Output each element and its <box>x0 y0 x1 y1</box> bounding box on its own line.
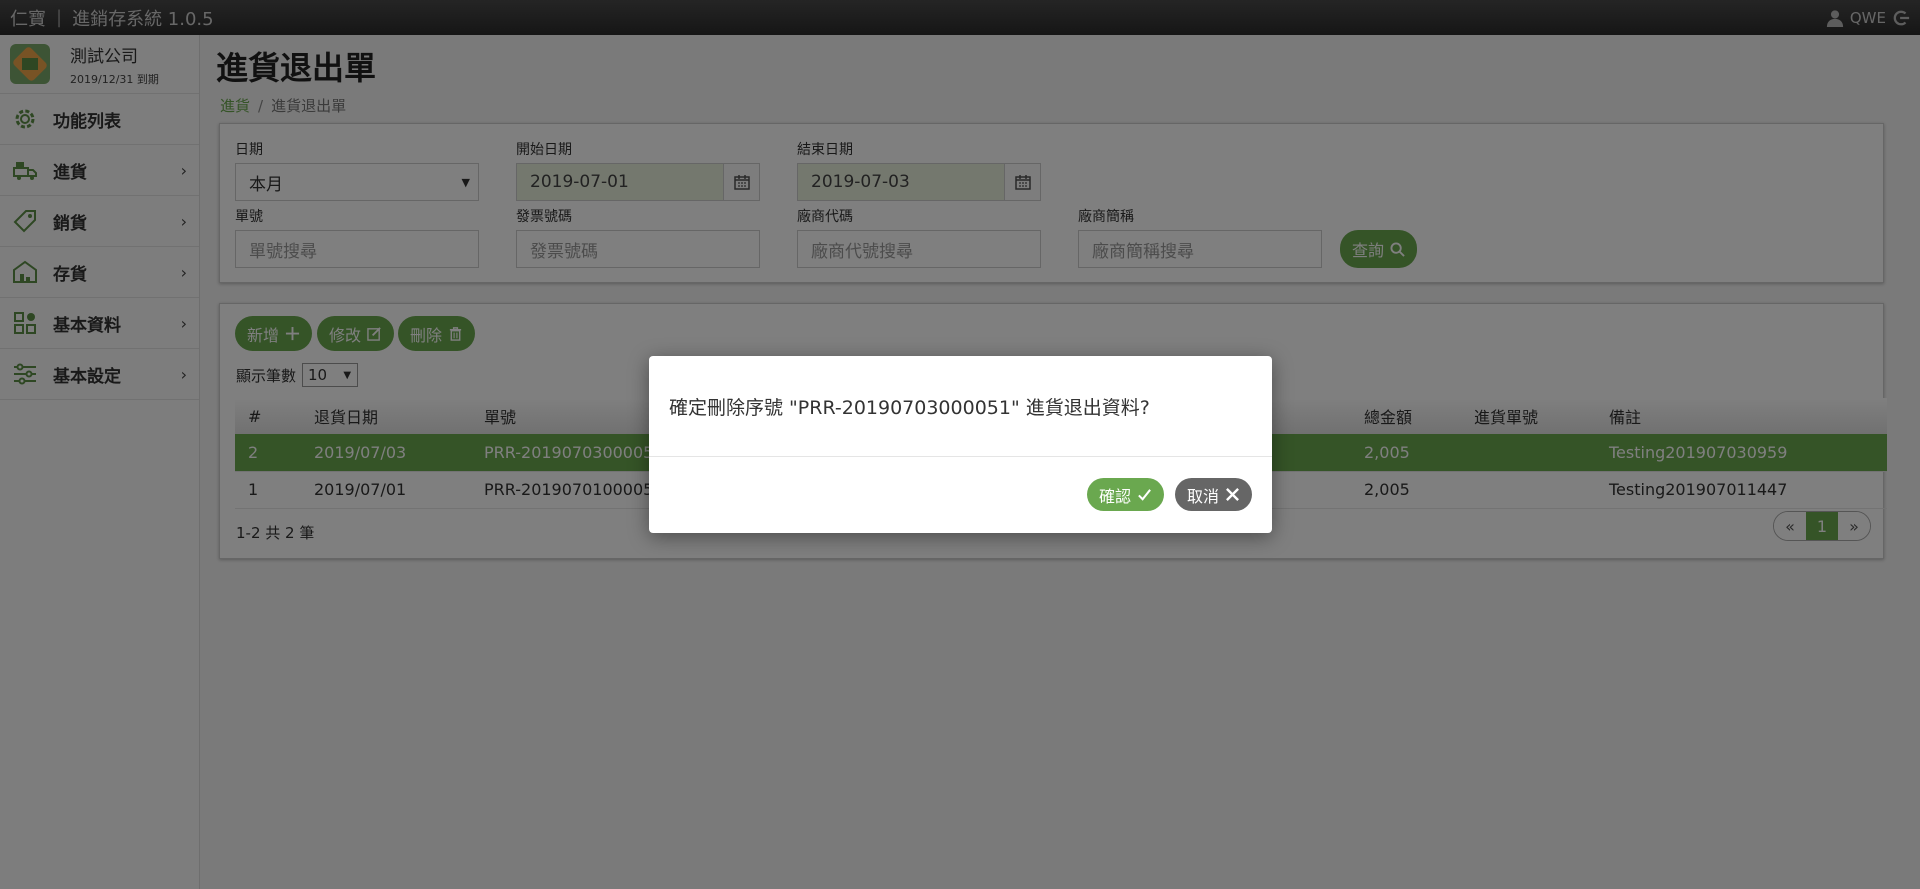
check-icon <box>1138 489 1151 501</box>
confirm-button-label: 確認 <box>1099 486 1132 506</box>
cancel-button[interactable]: 取消 <box>1175 478 1253 511</box>
cancel-button-label: 取消 <box>1187 486 1220 506</box>
dialog-message: 確定刪除序號 "PRR-20190703000051" 進貨退出資料? <box>649 356 1272 457</box>
close-icon <box>1226 488 1239 501</box>
confirm-delete-dialog: 確定刪除序號 "PRR-20190703000051" 進貨退出資料? 確認 取… <box>649 356 1272 533</box>
confirm-button[interactable]: 確認 <box>1087 478 1165 511</box>
